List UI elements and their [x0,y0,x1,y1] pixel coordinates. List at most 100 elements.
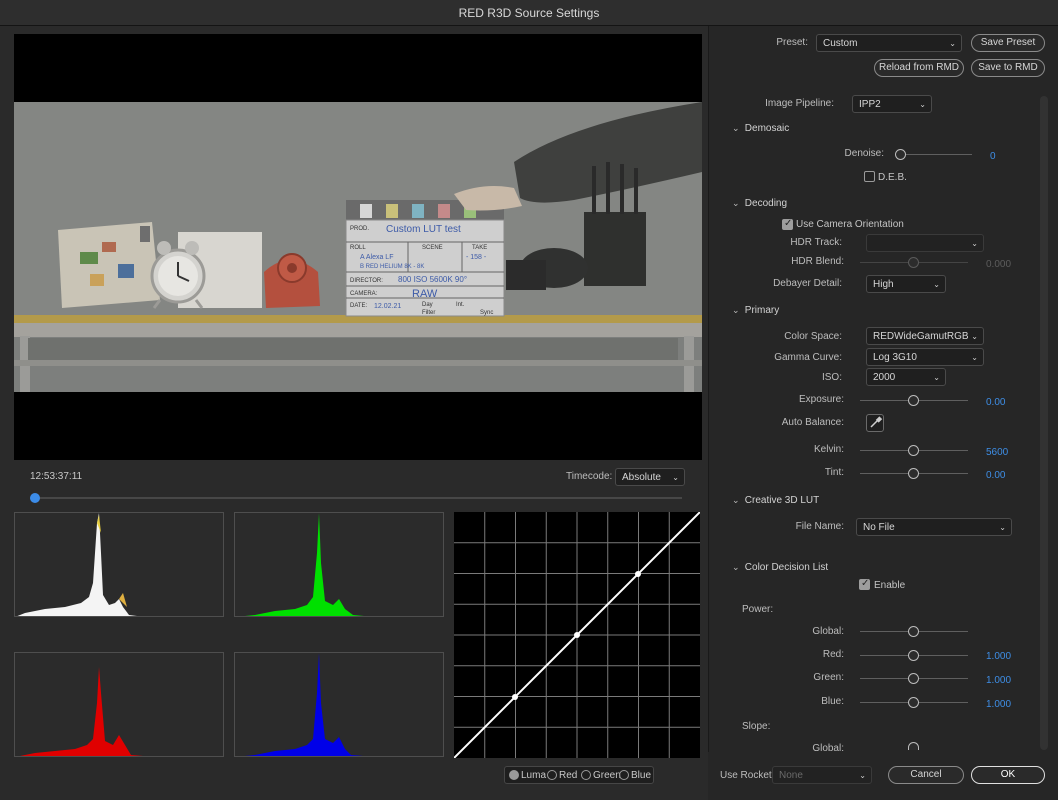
slate-prod-label: PROD. [350,226,369,232]
kelvin-value[interactable]: 5600 [986,447,1008,458]
slate-roll-2: B RED HELIUM 8K - 8K [360,264,424,270]
power-green-slider-handle[interactable] [908,673,919,684]
kelvin-label: Kelvin: [813,444,844,455]
use-camera-orientation-checkbox[interactable] [782,218,793,230]
use-rocket-label: Use Rocket: [720,770,775,781]
radio-blue-label: Blue [631,770,652,781]
exposure-value[interactable]: 0.00 [986,397,1005,408]
ok-button[interactable]: OK [971,766,1045,784]
chevron-down-icon: ⌄ [732,198,740,208]
radio-red[interactable]: Red [547,770,577,781]
radio-green[interactable]: Green [581,770,621,781]
chevron-down-icon: ⌄ [971,332,978,341]
exposure-slider-handle[interactable] [908,395,919,406]
hdr-blend-value: 0.000 [986,259,1012,270]
gamma-curve-label: Gamma Curve: [774,352,842,363]
image-pipeline-label: Image Pipeline: [765,98,834,109]
use-camera-orientation-label: Use Camera Orientation [796,219,904,230]
preset-select[interactable]: Custom ⌄ [816,34,962,52]
lut-file-select[interactable]: No File ⌄ [856,518,1012,536]
lut-file-value: No File [863,522,895,533]
debayer-detail-select[interactable]: High ⌄ [866,275,946,293]
slate-scene: - 158 - [466,254,487,261]
slope-global-slider-handle[interactable] [908,742,919,750]
tint-slider-handle[interactable] [908,468,919,479]
timecode-label: Timecode: [566,471,613,482]
denoise-slider[interactable] [898,154,972,155]
power-blue-value[interactable]: 1.000 [986,699,1011,710]
power-global-label: Global: [812,626,844,637]
tint-label: Tint: [824,467,844,478]
section-demosaic[interactable]: ⌄ Demosaic [732,123,789,134]
hdr-blend-slider-handle[interactable] [908,257,919,268]
timeline-scrubber[interactable] [30,497,682,499]
window-title: RED R3D Source Settings [458,6,600,20]
curve-point-3[interactable] [635,571,641,577]
chevron-down-icon: ⌄ [971,239,978,248]
power-blue-slider-handle[interactable] [908,697,919,708]
curve-channel-selector: Luma Red Green Blue [504,766,654,784]
slate-director-label: DIRECTOR: [350,278,383,284]
slate-filter-label: Filter [422,310,435,316]
exposure-label: Exposure: [798,394,844,405]
image-pipeline-select[interactable]: IPP2 ⌄ [852,95,932,113]
section-primary[interactable]: ⌄ Primary [732,305,779,316]
eyedropper-button[interactable] [866,414,884,432]
color-space-value: REDWideGamutRGB [873,331,969,342]
hdr-track-label: HDR Track: [790,237,842,248]
gamma-curve-value: Log 3G10 [873,352,917,363]
denoise-slider-handle[interactable] [895,149,906,160]
use-rocket-select[interactable]: None ⌄ [772,766,872,784]
radio-blue[interactable]: Blue [619,770,651,781]
gamma-curve-select[interactable]: Log 3G10 ⌄ [866,348,984,366]
slate-scene-label: SCENE [422,245,443,251]
power-red-value[interactable]: 1.000 [986,651,1011,662]
section-demosaic-title: Demosaic [744,123,790,134]
playhead-handle[interactable] [30,493,40,503]
cancel-button[interactable]: Cancel [888,766,964,784]
curve-point-2[interactable] [574,632,580,638]
timecode-mode-select[interactable]: Absolute ⌄ [615,468,685,486]
cdl-enable-checkbox[interactable] [859,578,870,590]
chevron-down-icon: ⌄ [933,373,940,382]
radio-green-label: Green [593,770,621,781]
preset-value: Custom [823,38,858,49]
kelvin-slider-handle[interactable] [908,445,919,456]
section-decoding[interactable]: ⌄ Decoding [732,198,787,209]
curves-editor[interactable] [453,511,701,759]
power-label: Power: [742,604,774,615]
tint-value[interactable]: 0.00 [986,470,1005,481]
power-green-value[interactable]: 1.000 [986,675,1011,686]
section-cdl[interactable]: ⌄ Color Decision List [732,562,828,573]
chevron-down-icon: ⌄ [933,280,940,289]
color-space-label: Color Space: [784,331,842,342]
histogram-green [234,512,444,617]
save-preset-button[interactable]: Save Preset [971,34,1045,52]
reload-from-rmd-button[interactable]: Reload from RMD [874,59,964,77]
hdr-track-select[interactable]: ⌄ [866,234,984,252]
image-pipeline-value: IPP2 [859,99,881,110]
power-red-slider-handle[interactable] [908,650,919,661]
color-space-select[interactable]: REDWideGamutRGB ⌄ [866,327,984,345]
slate-roll-label: ROLL [350,245,366,251]
chevron-down-icon: ⌄ [949,39,956,48]
slate-day-label: Day [422,302,433,308]
slate-take-label: TAKE [472,245,487,251]
chevron-down-icon: ⌄ [999,523,1006,532]
denoise-value[interactable]: 0 [990,151,996,162]
slate-prod: Custom LUT test [386,224,461,235]
curve-point-1[interactable] [512,694,518,700]
save-to-rmd-button[interactable]: Save to RMD [971,59,1045,77]
power-global-slider-handle[interactable] [908,626,919,637]
hdr-blend-label: HDR Blend: [791,256,844,267]
chevron-down-icon: ⌄ [919,100,926,109]
settings-scrollbar[interactable] [1040,96,1048,750]
radio-luma[interactable]: Luma [509,770,546,781]
section-decoding-title: Decoding [744,198,788,209]
deb-checkbox[interactable] [864,171,875,182]
radio-dot-icon [619,770,629,780]
chevron-down-icon: ⌄ [732,123,740,133]
iso-select[interactable]: 2000 ⌄ [866,368,946,386]
section-creative-lut[interactable]: ⌄ Creative 3D LUT [732,495,819,506]
slate-int-label: Int. [456,302,465,308]
